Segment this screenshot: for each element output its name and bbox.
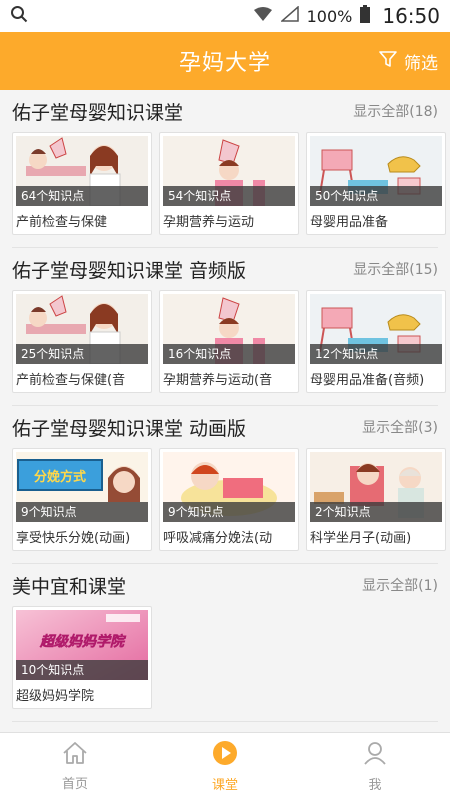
course-section: 佑子堂母婴知识课堂 音频版 显示全部(15) 25个知识点 产前检查与保健(音 … xyxy=(12,248,446,406)
knowledge-count: 12个知识点 xyxy=(310,344,442,364)
search-icon[interactable] xyxy=(10,5,28,27)
course-title: 孕期营养与运动 xyxy=(163,215,255,230)
nav-label: 我 xyxy=(368,778,382,793)
filter-button[interactable]: 筛选 xyxy=(378,32,438,90)
course-thumbnail: 超级妈妈学院 10个知识点 xyxy=(16,610,148,680)
course-thumbnail: 分娩方式 9个知识点 xyxy=(16,452,148,522)
course-card[interactable]: 25个知识点 产前检查与保健(音 xyxy=(12,290,152,393)
course-thumbnail: 25个知识点 xyxy=(16,294,148,364)
course-title: 产前检查与保健(音 xyxy=(16,373,126,388)
section-title: 佑子堂母婴知识课堂 xyxy=(12,101,184,124)
wifi-icon xyxy=(253,6,273,26)
course-card[interactable]: 9个知识点 呼吸减痛分娩法(动 xyxy=(159,448,299,551)
show-all-link[interactable]: 显示全部(3) xyxy=(362,417,438,437)
course-card[interactable]: 分娩方式 9个知识点 享受快乐分娩(动画) xyxy=(12,448,152,551)
nav-label: 课堂 xyxy=(211,778,238,793)
course-card[interactable]: 54个知识点 孕期营养与运动 xyxy=(159,132,299,235)
course-section: 佑子堂母婴知识课堂 动画版 显示全部(3) 分娩方式 9个知识点 享受快乐分娩(… xyxy=(12,406,446,564)
home-icon xyxy=(62,741,88,769)
course-thumbnail: 2个知识点 xyxy=(310,452,442,522)
knowledge-count: 50个知识点 xyxy=(310,186,442,206)
thumbnail-caption: 分娩方式 xyxy=(34,469,86,485)
course-thumbnail: 50个知识点 xyxy=(310,136,442,206)
thumbnail-caption: 超级妈妈学院 xyxy=(39,633,127,650)
course-section: 美中宜和课堂 显示全部(1) 超级妈妈学院 10个知识点 超级妈妈学院 xyxy=(12,564,438,722)
bottom-nav: 首页 课堂 我 xyxy=(0,732,450,800)
battery-percent: 100% xyxy=(306,6,353,26)
show-all-link[interactable]: 显示全部(18) xyxy=(353,101,438,121)
course-title: 呼吸减痛分娩法(动 xyxy=(163,531,273,546)
course-title: 超级妈妈学院 xyxy=(16,689,95,704)
course-list[interactable]: 佑子堂母婴知识课堂 显示全部(18) 64个知识点 产前检查与保健 54个知识点… xyxy=(0,90,450,732)
course-card[interactable]: 64个知识点 产前检查与保健 xyxy=(12,132,152,235)
nav-me[interactable]: 我 xyxy=(300,733,450,800)
show-all-link[interactable]: 显示全部(15) xyxy=(353,259,438,279)
section-title: 美中宜和课堂 xyxy=(12,575,127,598)
filter-icon xyxy=(378,49,398,74)
course-thumbnail: 12个知识点 xyxy=(310,294,442,364)
section-title: 佑子堂母婴知识课堂 音频版 xyxy=(12,259,247,282)
course-title: 母婴用品准备(音频) xyxy=(310,373,425,388)
course-section: 佑子堂母婴知识课堂 显示全部(18) 64个知识点 产前检查与保健 54个知识点… xyxy=(12,90,446,248)
course-title: 母婴用品准备 xyxy=(310,215,389,230)
nav-label: 首页 xyxy=(61,777,88,792)
course-card[interactable]: 超级妈妈学院 10个知识点 超级妈妈学院 xyxy=(12,606,152,709)
app-bar: 孕妈大学 筛选 xyxy=(0,32,450,90)
course-title: 孕期营养与运动(音 xyxy=(163,373,273,388)
knowledge-count: 64个知识点 xyxy=(16,186,148,206)
knowledge-count: 25个知识点 xyxy=(16,344,148,364)
course-title: 享受快乐分娩(动画) xyxy=(16,531,131,546)
course-thumbnail: 64个知识点 xyxy=(16,136,148,206)
course-card[interactable]: 2个知识点 科学坐月子(动画) xyxy=(306,448,446,551)
knowledge-count: 2个知识点 xyxy=(310,502,442,522)
knowledge-count: 54个知识点 xyxy=(163,186,295,206)
filter-label: 筛选 xyxy=(404,53,438,74)
course-card[interactable]: 12个知识点 母婴用品准备(音频) xyxy=(306,290,446,393)
nav-classroom[interactable]: 课堂 xyxy=(150,733,300,800)
course-thumbnail: 16个知识点 xyxy=(163,294,295,364)
section-title: 佑子堂母婴知识课堂 动画版 xyxy=(12,417,247,440)
signal-icon xyxy=(279,5,299,26)
status-bar: 100% 16:50 xyxy=(0,0,450,32)
show-all-link[interactable]: 显示全部(1) xyxy=(362,575,438,595)
course-title: 产前检查与保健 xyxy=(16,215,108,230)
knowledge-count: 16个知识点 xyxy=(163,344,295,364)
nav-home[interactable]: 首页 xyxy=(0,733,150,800)
course-card[interactable]: 50个知识点 母婴用品准备 xyxy=(306,132,446,235)
knowledge-count: 9个知识点 xyxy=(16,502,148,522)
course-title: 科学坐月子(动画) xyxy=(310,531,412,546)
user-icon xyxy=(362,740,388,770)
page-title: 孕妈大学 xyxy=(178,51,271,76)
status-time: 16:50 xyxy=(382,4,440,28)
course-thumbnail: 9个知识点 xyxy=(163,452,295,522)
course-thumbnail: 54个知识点 xyxy=(163,136,295,206)
knowledge-count: 9个知识点 xyxy=(163,502,295,522)
knowledge-count: 10个知识点 xyxy=(16,660,148,680)
play-icon xyxy=(212,740,238,770)
course-card[interactable]: 16个知识点 孕期营养与运动(音 xyxy=(159,290,299,393)
battery-icon xyxy=(360,5,371,27)
